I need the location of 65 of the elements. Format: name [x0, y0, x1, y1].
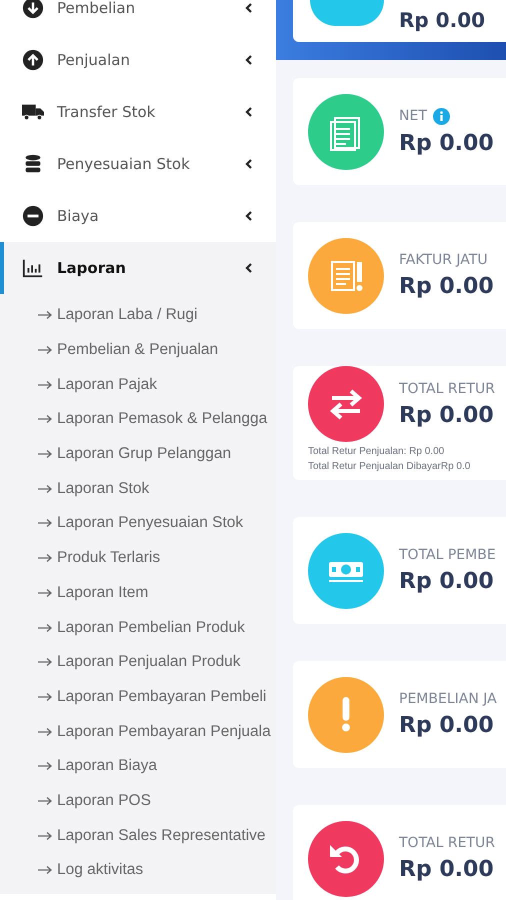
stat-value: Rp 0.00 — [399, 402, 495, 428]
submenu-item[interactable]: Laporan POS — [0, 784, 276, 818]
stat-title: TOTAL RETUR — [399, 835, 495, 851]
submenu-item[interactable]: Pembelian & Penjualan — [0, 332, 276, 368]
stat-value: Rp 0.00 — [399, 130, 494, 156]
arrow-right-icon — [37, 761, 53, 772]
submenu-item[interactable]: Laporan Laba / Rugi — [0, 298, 276, 333]
menu-item[interactable]: Biaya — [0, 190, 276, 242]
arrow-right-icon — [37, 484, 53, 494]
submenu-item[interactable]: Laporan Pemasok & Pelangga — [0, 402, 276, 437]
submenu-item[interactable]: Produk Terlaris — [0, 540, 276, 576]
submenu-item[interactable]: Laporan Penjualan Produk — [0, 644, 276, 680]
minus-circle-icon — [22, 205, 44, 227]
stat-title: PEMBELIAN JA — [399, 691, 497, 707]
arrow-right-icon — [37, 380, 53, 390]
stat-title: TOTAL RETUR — [399, 380, 495, 396]
submenu-item[interactable]: Laporan Pembayaran Pembeli — [0, 680, 276, 714]
chevron-left-icon — [244, 54, 254, 66]
arrow-right-icon — [37, 588, 53, 598]
arrow-right-icon — [37, 657, 53, 668]
menu-item[interactable]: Penyesuaian Stok — [0, 138, 276, 190]
stat-value: Rp 0.00 — [399, 8, 486, 32]
menu-item[interactable]: Transfer Stok — [0, 86, 276, 138]
arrow-up-circle-icon — [22, 49, 44, 71]
stat-value: Rp 0.00 — [399, 274, 494, 299]
arrow-right-icon — [37, 726, 53, 737]
arrow-right-icon — [37, 414, 53, 424]
chevron-left-icon — [244, 2, 254, 14]
menu-item[interactable]: Pembelian — [0, 0, 276, 34]
stat-note: Total Retur Penjualan: Rp 0.00 — [308, 445, 446, 459]
submenu-item[interactable]: Laporan Pembayaran Penjuala — [0, 714, 276, 749]
submenu-item[interactable]: Laporan Grup Pelanggan — [0, 436, 276, 472]
stat-title: TOTAL PEMBE — [399, 547, 496, 563]
submenu-item[interactable]: Laporan Item — [0, 576, 276, 610]
arrow-right-icon — [37, 830, 53, 841]
arrow-right-icon — [37, 518, 53, 528]
submenu-item[interactable]: Laporan Pembelian Produk — [0, 610, 276, 645]
chevron-left-icon — [244, 210, 254, 222]
stat-value: Rp 0.00 — [399, 569, 495, 594]
arrow-right-icon — [37, 865, 53, 876]
chevron-left-icon — [244, 106, 254, 118]
stat-title: FAKTUR JATU — [399, 252, 488, 268]
menu-item[interactable]: Laporan — [0, 242, 276, 294]
arrow-right-icon — [37, 449, 53, 460]
arrow-right-icon — [37, 553, 53, 564]
submenu-item[interactable]: Laporan Sales Representative — [0, 818, 276, 853]
arrow-right-icon — [37, 796, 53, 806]
bar-chart-icon — [22, 257, 44, 279]
submenu-item[interactable]: Laporan Biaya — [0, 748, 276, 784]
arrow-right-icon — [37, 345, 53, 356]
arrow-right-icon — [37, 310, 53, 320]
stat-value: Rp 0.00 — [399, 713, 495, 738]
chevron-left-icon — [244, 262, 254, 274]
arrow-right-icon — [37, 692, 53, 702]
chevron-left-icon — [244, 158, 254, 170]
menu-item[interactable]: Penjualan — [0, 34, 276, 86]
stat-value: Rp 0.00 — [399, 857, 495, 882]
submenu-item[interactable]: Log aktivitas — [0, 853, 276, 888]
stat-title: NET — [399, 108, 427, 124]
arrow-right-icon — [37, 622, 53, 633]
submenu-item[interactable]: Laporan Pajak — [0, 367, 276, 402]
submenu-item[interactable]: Laporan Stok — [0, 471, 276, 506]
exclamation-icon — [342, 697, 350, 732]
submenu-item[interactable]: Laporan Penyesuaian Stok — [0, 506, 276, 541]
stat-note: Total Retur Penjualan DibayarRp 0.0 — [308, 460, 472, 474]
